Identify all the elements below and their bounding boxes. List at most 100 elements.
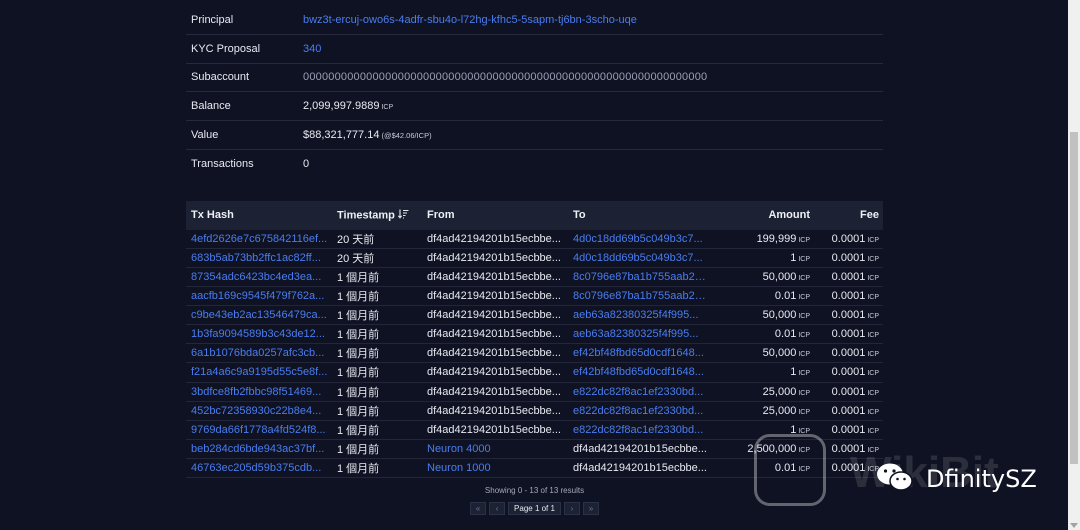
info-row-subaccount: Subaccount 00000000000000000000000000000… [186,64,883,93]
last-page-button[interactable]: » [582,502,599,515]
tx-from: df4ad42194201b15ecbbe... [427,271,561,284]
table-header: Tx Hash Timestamp From To Amount Fee [186,200,883,230]
tx-hash-link[interactable]: 46763ec205d59b375cdb... [186,462,332,474]
tx-hash-link[interactable]: 1b3fa9094589b3c43de12... [186,328,332,340]
sort-desc-icon[interactable] [397,209,409,222]
header-to: To [573,209,586,222]
tx-timestamp: 1 個月前 [337,443,380,456]
tx-to[interactable]: e822dc82f8ac1ef2330bd... [568,386,708,398]
tx-fee: 0.0001 ICP [812,443,883,455]
tx-hash-link[interactable]: 6a1b1076bda0257afc3cb... [186,347,332,359]
balance-amount: 2,099,997.9889 [303,100,380,113]
tx-hash-link[interactable]: beb284cd6bde943ac37bf... [186,443,332,455]
pagination: « ‹ Page 1 of 1 › » [186,502,883,515]
tx-amount-value: 0.01 [774,328,797,341]
main-content: Principal bwz3t-ercuj-owo6s-4adfr-sbu4o-… [186,6,883,515]
vertical-scrollbar[interactable] [1068,0,1080,530]
tx-from: df4ad42194201b15ecbbe... [427,290,561,303]
scrollbar-thumb[interactable] [1070,132,1078,464]
tx-fee: 0.0001 ICP [812,290,883,302]
tx-amount-value: 25,000 [762,385,797,398]
tx-fee-unit: ICP [867,408,879,416]
tx-fee-unit: ICP [867,275,879,283]
info-row-kyc: KYC Proposal 340 [186,35,883,64]
tx-fee-value: 0.0001 [831,461,866,474]
info-row-principal: Principal bwz3t-ercuj-owo6s-4adfr-sbu4o-… [186,6,883,35]
tx-hash-link[interactable]: c9be43eb2ac13546479ca... [186,309,332,321]
tx-amount: 50,000 ICP [708,271,812,283]
tx-timestamp: 1 個月前 [337,348,380,361]
tx-fee-value: 0.0001 [831,290,866,303]
tx-to[interactable]: 4d0c18dd69b5c049b3c7... [568,252,708,264]
tx-hash-link[interactable]: 87354adc6423bc4ed3ea... [186,271,332,283]
tx-timestamp: 1 個月前 [337,367,380,380]
subaccount-value: 0000000000000000000000000000000000000000… [303,71,708,84]
table-row: 46763ec205d59b375cdb... 1 個月前 Neuron 1000 d… [186,459,883,478]
tx-to[interactable]: ef42bf48fbd65d0cdf1648... [568,347,708,359]
tx-hash-link[interactable]: f21a4a6c9a9195d55c5e8f... [186,366,332,378]
tx-fee: 0.0001 ICP [812,366,883,378]
tx-amount-unit: ICP [798,275,810,283]
tx-fee: 0.0001 ICP [812,252,883,264]
tx-from[interactable]: Neuron 4000 [422,443,568,455]
tx-to[interactable]: 8c0796e87ba1b755aab2d... [568,271,708,283]
tx-from: df4ad42194201b15ecbbe... [427,366,561,379]
tx-hash-link[interactable]: aacfb169c9545f479f762a... [186,290,332,302]
tx-to[interactable]: aeb63a82380325f4f995... [568,309,708,321]
tx-to[interactable]: 8c0796e87ba1b755aab2d... [568,290,708,302]
tx-from: df4ad42194201b15ecbbe... [427,251,561,264]
tx-timestamp: 1 個月前 [337,462,380,475]
account-info-table: Principal bwz3t-ercuj-owo6s-4adfr-sbu4o-… [186,6,883,179]
table-row: 452bc72358930c22b8e4... 1 個月前 df4ad4219420… [186,402,883,421]
kyc-proposal-link[interactable]: 340 [303,43,883,55]
tx-fee-unit: ICP [867,389,879,397]
tx-fee-unit: ICP [867,313,879,321]
tx-amount: 2,500,000 ICP [708,443,812,455]
tx-fee-value: 0.0001 [831,404,866,417]
tx-to[interactable]: e822dc82f8ac1ef2330bd... [568,405,708,417]
value-amount: $88,321,777.14 [303,129,380,142]
transactions-table: Tx Hash Timestamp From To Amount Fee 4ef… [186,200,883,478]
principal-link[interactable]: bwz3t-ercuj-owo6s-4adfr-sbu4o-l72hg-kfhc… [303,14,883,26]
tx-to: df4ad42194201b15ecbbe... [573,442,707,455]
first-page-button[interactable]: « [470,502,487,515]
tx-fee-unit: ICP [867,351,879,359]
next-page-button[interactable]: › [563,502,580,515]
tx-from: df4ad42194201b15ecbbe... [427,232,561,245]
tx-hash-link[interactable]: 9769da66f1778a4fd524f8... [186,424,332,436]
tx-to[interactable]: e822dc82f8ac1ef2330bd... [568,424,708,436]
table-row: 4efd2626e7c675842116ef... 20 天前 df4ad42194… [186,230,883,249]
header-fee: Fee [860,209,879,222]
tx-amount-value: 2,500,000 [747,442,797,455]
tx-amount-value: 50,000 [762,347,797,360]
tx-fee-unit: ICP [867,236,879,244]
tx-fee-value: 0.0001 [831,309,866,322]
table-row: f21a4a6c9a9195d55c5e8f... 1 個月前 df4ad42194… [186,363,883,383]
tx-amount-unit: ICP [798,370,810,378]
tx-to[interactable]: 4d0c18dd69b5c049b3c7... [568,233,708,245]
tx-hash-link[interactable]: 4efd2626e7c675842116ef... [186,233,332,245]
tx-to[interactable]: ef42bf48fbd65d0cdf1648... [568,366,708,378]
tx-fee: 0.0001 ICP [812,328,883,340]
tx-amount: 50,000 ICP [708,309,812,321]
tx-hash-link[interactable]: 3bdfce8fb2fbbc98f51469... [186,386,332,398]
tx-fee-value: 0.0001 [831,271,866,284]
watermark-account-name: DfinitySZ [926,465,1037,493]
tx-from[interactable]: Neuron 1000 [422,462,568,474]
tx-hash-link[interactable]: 683b5ab73bb2ffc1ac82ff... [186,252,332,264]
tx-amount: 1 ICP [708,252,812,264]
kyc-label: KYC Proposal [191,42,261,55]
tx-fee-unit: ICP [867,255,879,263]
scroll-down-arrow-icon[interactable] [1070,523,1078,528]
tx-timestamp: 1 個月前 [337,386,380,399]
tx-amount: 0.01 ICP [708,462,812,474]
tx-amount: 0.01 ICP [708,290,812,302]
header-tx-hash: Tx Hash [191,209,234,222]
info-row-value: Value $88,321,777.14 (@$42.06/ICP) [186,121,883,150]
prev-page-button[interactable]: ‹ [489,502,506,515]
header-timestamp[interactable]: Timestamp [332,209,422,222]
tx-fee-unit: ICP [867,465,879,473]
tx-to[interactable]: aeb63a82380325f4f995... [568,328,708,340]
tx-hash-link[interactable]: 452bc72358930c22b8e4... [186,405,332,417]
tx-fee-unit: ICP [867,370,879,378]
